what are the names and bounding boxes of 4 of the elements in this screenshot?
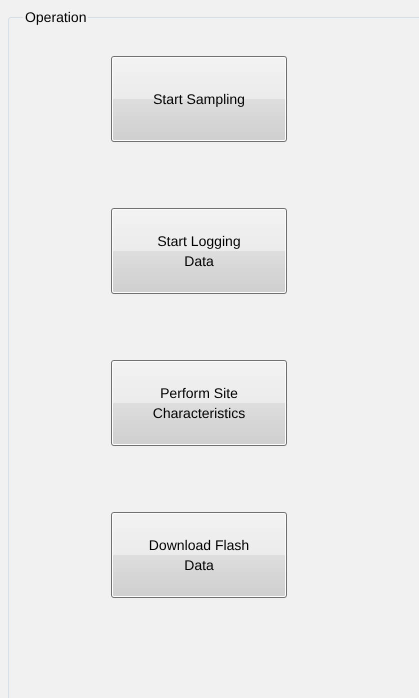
action-button[interactable]: Download Flash Data — [111, 512, 287, 598]
action-button[interactable]: Start Sampling — [111, 56, 287, 142]
action-button[interactable]: Perform Site Characteristics — [111, 360, 287, 446]
action-button[interactable]: Start Logging Data — [111, 208, 287, 294]
